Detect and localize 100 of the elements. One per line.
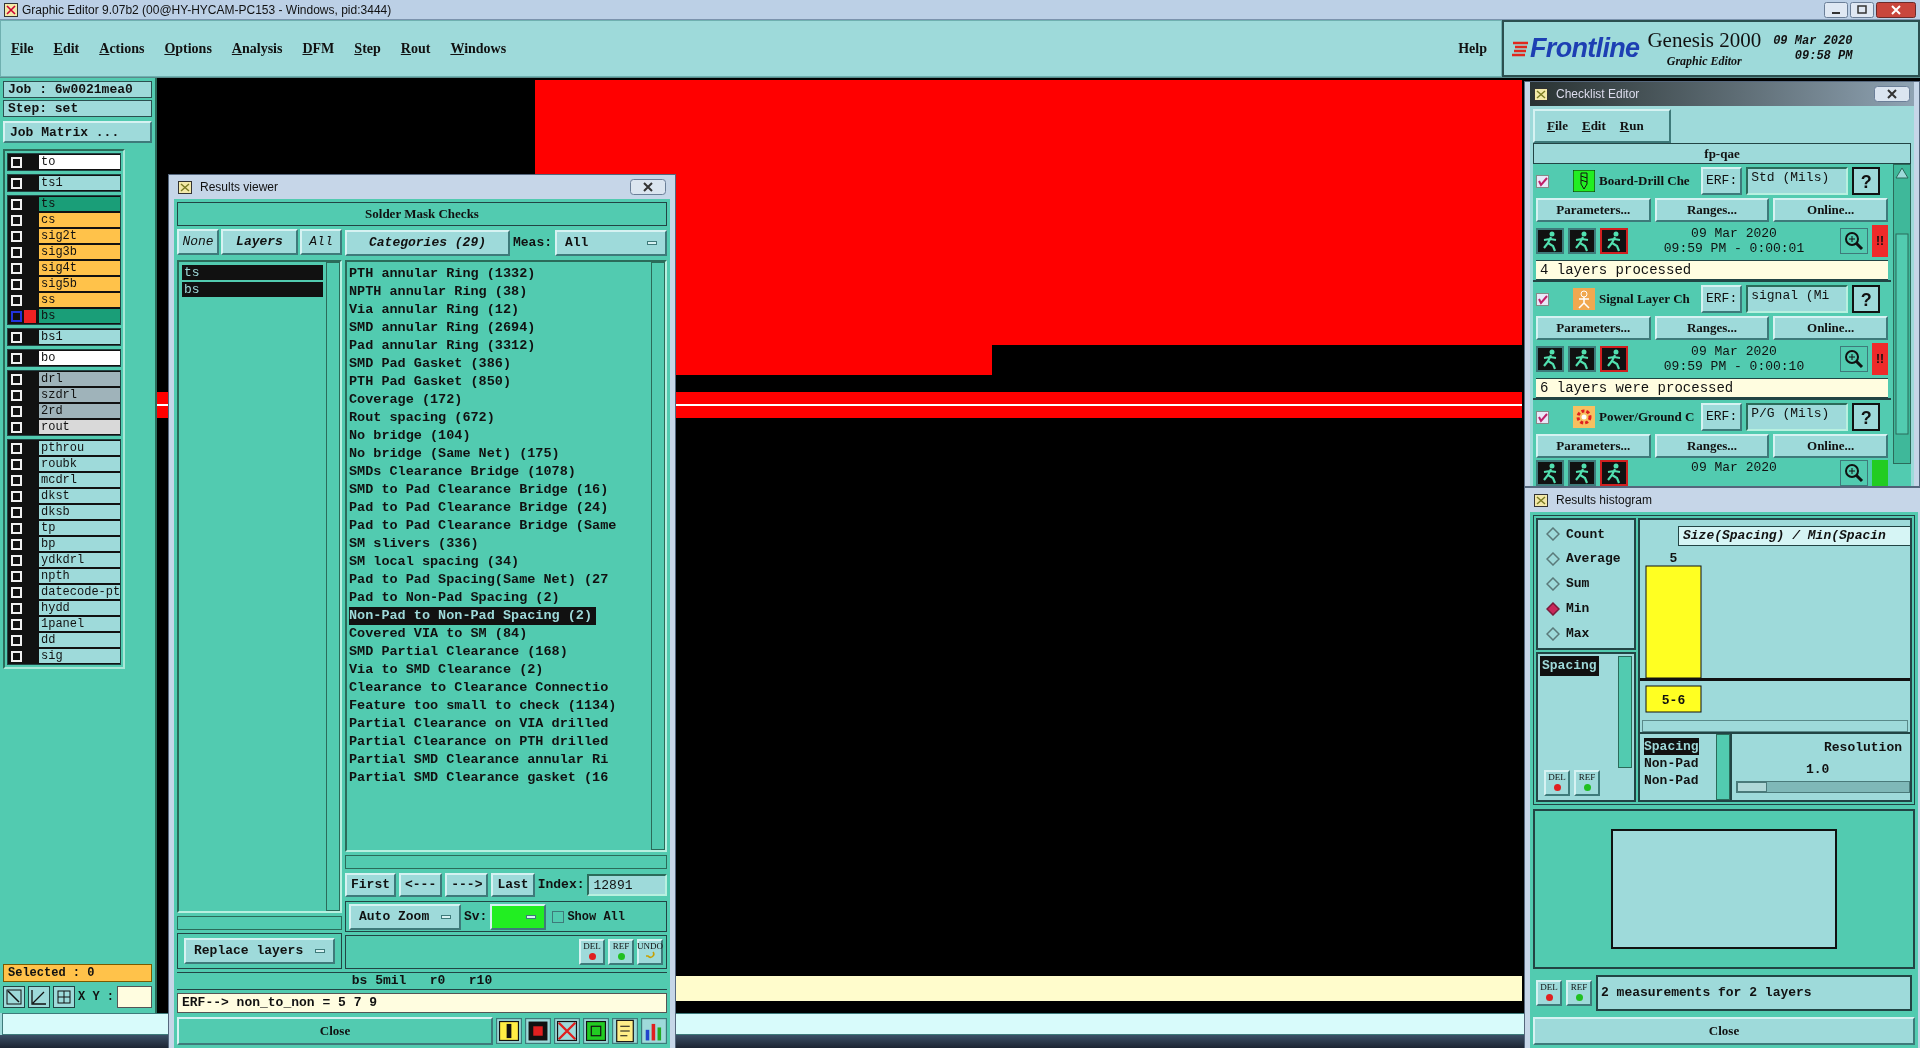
menu-item[interactable]: File [1547, 116, 1568, 136]
zoom-area-icon[interactable] [3, 986, 25, 1008]
layer-name[interactable]: bs [39, 309, 120, 323]
category-item[interactable]: Pad to Non-Pad Spacing (2) [349, 588, 564, 607]
help-button[interactable]: ? [1852, 285, 1881, 313]
erf-field[interactable]: P/G (Mils) [1746, 403, 1849, 431]
check-action-button[interactable]: Online... [1773, 434, 1888, 458]
layer-name[interactable]: hydd [39, 601, 120, 615]
layer-name[interactable]: rout [39, 420, 120, 434]
category-item[interactable]: Non-Pad to Non-Pad Spacing (2) [349, 606, 597, 625]
close-icon[interactable] [630, 179, 666, 195]
action-button[interactable]: DEL [1544, 770, 1570, 796]
category-item[interactable]: Feature too small to check (1134) [349, 696, 621, 715]
action-button[interactable]: UNDO [637, 939, 663, 966]
category-item[interactable]: PTH annular Ring (1332) [349, 264, 540, 283]
scrollbar[interactable] [177, 916, 342, 930]
layer-name[interactable]: npth [39, 569, 120, 583]
layer-name[interactable]: ss [39, 293, 120, 307]
category-item[interactable]: Partial Clearance on PTH drilled [349, 732, 613, 751]
zoom-mode-dropdown[interactable]: Auto Zoom [349, 903, 461, 930]
help-button[interactable]: ? [1852, 167, 1881, 195]
menu-item[interactable]: Actions [99, 38, 145, 59]
layer-name[interactable]: 1panel [39, 617, 120, 631]
check-enabled-checkbox[interactable] [1536, 410, 1549, 424]
menu-item[interactable]: Run [1619, 116, 1644, 136]
action-button[interactable]: REF [1566, 980, 1592, 1006]
layer-name[interactable]: szdrl [39, 388, 120, 402]
scrollbar[interactable] [1618, 656, 1632, 768]
close-icon[interactable] [1874, 86, 1910, 102]
layer-list-item[interactable]: bs [182, 282, 323, 297]
measure-list-item[interactable]: Spacing [1540, 656, 1599, 676]
layer-filter-button[interactable]: All [300, 229, 342, 255]
scrollbar[interactable] [1642, 720, 1908, 732]
action-button[interactable]: DEL [579, 939, 605, 966]
layer-name[interactable]: tp [39, 521, 120, 535]
erf-field[interactable]: Std (Mils) [1746, 167, 1849, 195]
category-item[interactable]: Coverage (172) [349, 390, 467, 409]
close-button[interactable]: Close [177, 1017, 493, 1045]
check-action-button[interactable]: Parameters... [1536, 434, 1651, 458]
field-list-item[interactable]: Non-Pad [1644, 755, 1699, 772]
category-item[interactable]: SMD Pad Gasket (386) [349, 354, 516, 373]
erf-field[interactable]: signal (Mi [1746, 285, 1849, 313]
check-action-button[interactable]: Online... [1773, 198, 1888, 222]
category-item[interactable]: Partial Clearance on VIA drilled [349, 714, 613, 733]
grid-icon[interactable] [53, 986, 75, 1008]
category-item[interactable]: SM slivers (336) [349, 534, 483, 553]
check-enabled-checkbox[interactable] [1536, 292, 1549, 306]
run-step-icon[interactable] [1568, 346, 1596, 372]
scrollbar[interactable] [345, 855, 667, 870]
check-action-button[interactable]: Parameters... [1536, 198, 1651, 222]
radio-button[interactable] [1546, 626, 1560, 641]
measure-icon[interactable] [28, 986, 50, 1008]
maximize-icon[interactable] [1850, 1, 1874, 18]
minimize-icon[interactable] [1824, 1, 1848, 18]
layer-name[interactable]: ts [39, 197, 120, 211]
help-menu[interactable]: Help [1458, 38, 1487, 59]
index-field[interactable]: 12891 [587, 873, 667, 896]
category-item[interactable]: No bridge (104) [349, 426, 475, 445]
stop-icon[interactable] [525, 1018, 551, 1044]
category-item[interactable]: Via to SMD Clearance (2) [349, 660, 548, 679]
menu-item[interactable]: Step [354, 38, 381, 59]
zoom-in-icon[interactable] [1840, 346, 1868, 372]
navigation-button[interactable]: Last [491, 872, 535, 897]
layer-name[interactable]: bo [39, 351, 120, 365]
category-item[interactable]: SMDs Clearance Bridge (1078) [349, 462, 580, 481]
layer-name[interactable]: sig5b [39, 277, 120, 291]
radio-button[interactable] [1546, 527, 1560, 542]
action-button[interactable]: DEL [1536, 980, 1562, 1006]
scrollbar[interactable] [326, 262, 340, 911]
category-item[interactable]: No bridge (Same Net) (175) [349, 444, 564, 463]
zoom-in-icon[interactable] [1840, 460, 1868, 486]
category-item[interactable]: Partial SMD Clearance annular Ri [349, 750, 613, 769]
categories-button[interactable]: Categories (29) [345, 229, 510, 256]
scrollbar[interactable] [1893, 164, 1911, 464]
category-item[interactable]: SMD annular Ring (2694) [349, 318, 540, 337]
navigation-button[interactable]: ---> [445, 872, 489, 897]
navigation-button[interactable]: <--- [399, 872, 443, 897]
check-enabled-checkbox[interactable] [1536, 174, 1549, 188]
layer-name[interactable]: mcdrl [39, 473, 120, 487]
check-action-button[interactable]: Ranges... [1654, 434, 1770, 458]
category-item[interactable]: Clearance to Clearance Connectio [349, 678, 613, 697]
report-icon[interactable] [612, 1018, 638, 1044]
disable-icon[interactable] [554, 1018, 580, 1044]
category-item[interactable]: PTH Pad Gasket (850) [349, 372, 516, 391]
layer-name[interactable]: dkst [39, 489, 120, 503]
category-item[interactable]: Covered VIA to SM (84) [349, 624, 532, 643]
run-from-icon[interactable] [1600, 346, 1628, 372]
run-step-icon[interactable] [1568, 228, 1596, 254]
check-action-button[interactable]: Ranges... [1654, 198, 1770, 222]
field-list-item[interactable]: Spacing [1644, 738, 1699, 755]
menu-item[interactable]: Rout [400, 38, 431, 59]
layer-name[interactable]: dd [39, 633, 120, 647]
layer-name[interactable]: sig2t [39, 229, 120, 243]
slider-thumb[interactable] [1737, 782, 1767, 792]
check-action-button[interactable]: Online... [1773, 316, 1888, 340]
layer-filter-button[interactable]: None [177, 229, 219, 255]
replace-mode-dropdown[interactable]: Replace layers [184, 938, 336, 964]
layer-name[interactable]: bp [39, 537, 120, 551]
layer-name[interactable]: sig [39, 649, 120, 663]
slider-track[interactable] [1736, 781, 1910, 793]
